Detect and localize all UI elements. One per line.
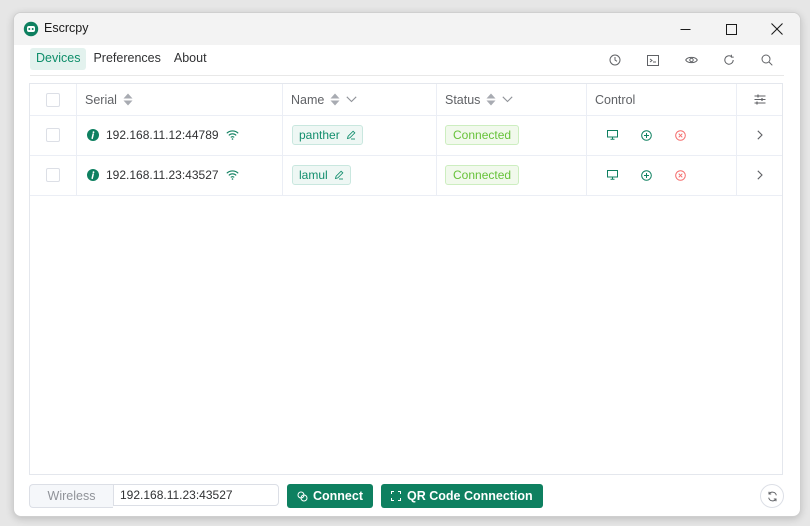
chevron-down-icon[interactable] — [346, 96, 357, 103]
chevron-right-icon — [756, 130, 763, 140]
table-row[interactable]: 192.168.11.12:44789 panther Connected — [30, 115, 782, 156]
row-select-cell — [30, 155, 77, 195]
wireless-label: Wireless — [29, 484, 113, 508]
device-serial: 192.168.11.23:43527 — [106, 168, 219, 182]
minimize-icon — [680, 28, 690, 30]
table-row[interactable]: 192.168.11.23:43527 lamul Connected — [30, 155, 782, 196]
name-header-label: Name — [291, 92, 325, 107]
table-header: Serial Name Status Control — [30, 84, 782, 116]
row-checkbox[interactable] — [46, 168, 60, 182]
wifi-icon — [225, 170, 239, 180]
control-header-label: Control — [595, 92, 636, 107]
chevron-down-icon[interactable] — [502, 96, 514, 103]
connect-label: Connect — [313, 489, 363, 503]
refresh-icon[interactable] — [710, 51, 748, 69]
toolbar — [596, 51, 786, 69]
name-cell: panther — [283, 115, 437, 155]
edit-icon[interactable] — [334, 170, 344, 180]
status-header-label: Status — [445, 92, 481, 107]
refresh-icon — [767, 491, 777, 501]
device-name: panther — [299, 128, 340, 142]
mirror-button[interactable] — [595, 170, 629, 180]
close-icon — [771, 23, 783, 35]
sort-icon[interactable] — [123, 93, 133, 106]
header-select-cell — [30, 84, 77, 115]
sort-icon[interactable] — [486, 93, 496, 106]
name-cell: lamul — [283, 155, 437, 195]
add-button[interactable] — [629, 129, 663, 141]
add-button[interactable] — [629, 169, 663, 181]
escrcpy-logo-icon — [23, 21, 39, 37]
terminal-icon[interactable] — [634, 51, 672, 69]
chevron-right-icon — [756, 170, 763, 180]
device-name-tag[interactable]: lamul — [292, 165, 351, 185]
menu-about[interactable]: About — [168, 48, 213, 70]
serial-cell: 192.168.11.23:43527 — [77, 155, 283, 195]
monitor-icon — [606, 130, 618, 140]
connect-button[interactable]: Connect — [287, 484, 373, 508]
device-serial: 192.168.11.12:44789 — [106, 128, 219, 142]
app-window: Escrcpy Devices Preferences About Serial… — [13, 12, 801, 517]
control-cell — [587, 115, 737, 155]
serial-header-label: Serial — [85, 92, 117, 107]
plus-circle-icon — [640, 169, 652, 181]
history-icon[interactable] — [596, 51, 634, 69]
wireless-connect-bar: Wireless Connect QR Code Connection — [29, 484, 543, 508]
device-name: lamul — [299, 168, 328, 182]
plus-circle-icon — [640, 129, 652, 141]
minimize-button[interactable] — [662, 13, 708, 45]
main-menu: Devices Preferences About — [30, 48, 214, 70]
row-select-cell — [30, 115, 77, 155]
disconnect-button[interactable] — [663, 169, 697, 181]
header-status[interactable]: Status — [437, 84, 587, 115]
device-name-tag[interactable]: panther — [292, 125, 363, 145]
eye-icon[interactable] — [672, 51, 710, 69]
status-badge: Connected — [445, 165, 520, 185]
column-settings-button[interactable] — [737, 84, 782, 115]
serial-cell: 192.168.11.12:44789 — [77, 115, 283, 155]
expand-row-button[interactable] — [737, 115, 782, 155]
select-all-checkbox[interactable] — [46, 92, 60, 107]
header-control: Control — [587, 84, 737, 115]
close-circle-icon — [674, 129, 686, 141]
qr-code-label: QR Code Connection — [407, 489, 533, 503]
window-title: Escrcpy — [44, 21, 89, 35]
link-icon — [297, 491, 308, 501]
menu-divider — [30, 75, 784, 76]
address-input[interactable] — [113, 484, 279, 506]
menu-devices[interactable]: Devices — [30, 48, 87, 70]
refresh-devices-button[interactable] — [760, 484, 784, 508]
sort-icon[interactable] — [330, 93, 340, 106]
info-icon[interactable] — [87, 169, 99, 181]
mirror-button[interactable] — [595, 130, 629, 140]
disconnect-button[interactable] — [663, 129, 697, 141]
header-serial[interactable]: Serial — [77, 84, 283, 115]
monitor-icon — [606, 170, 618, 180]
wifi-icon — [225, 130, 239, 140]
title-bar: Escrcpy — [14, 13, 800, 45]
control-cell — [587, 155, 737, 195]
row-checkbox[interactable] — [46, 128, 60, 142]
sliders-icon — [754, 94, 765, 105]
qr-code-connection-button[interactable]: QR Code Connection — [381, 484, 543, 508]
close-window-button[interactable] — [754, 13, 800, 45]
maximize-button[interactable] — [708, 13, 754, 45]
status-cell: Connected — [437, 115, 587, 155]
search-icon[interactable] — [748, 51, 786, 69]
edit-icon[interactable] — [346, 130, 356, 140]
status-cell: Connected — [437, 155, 587, 195]
expand-row-button[interactable] — [737, 155, 782, 195]
scan-icon — [391, 491, 401, 501]
device-table: Serial Name Status Control 192.168.11.12… — [29, 83, 783, 475]
maximize-icon — [725, 23, 737, 35]
menu-preferences[interactable]: Preferences — [87, 48, 166, 70]
close-circle-icon — [674, 169, 686, 181]
status-badge: Connected — [445, 125, 520, 145]
header-name[interactable]: Name — [283, 84, 437, 115]
info-icon[interactable] — [87, 129, 99, 141]
